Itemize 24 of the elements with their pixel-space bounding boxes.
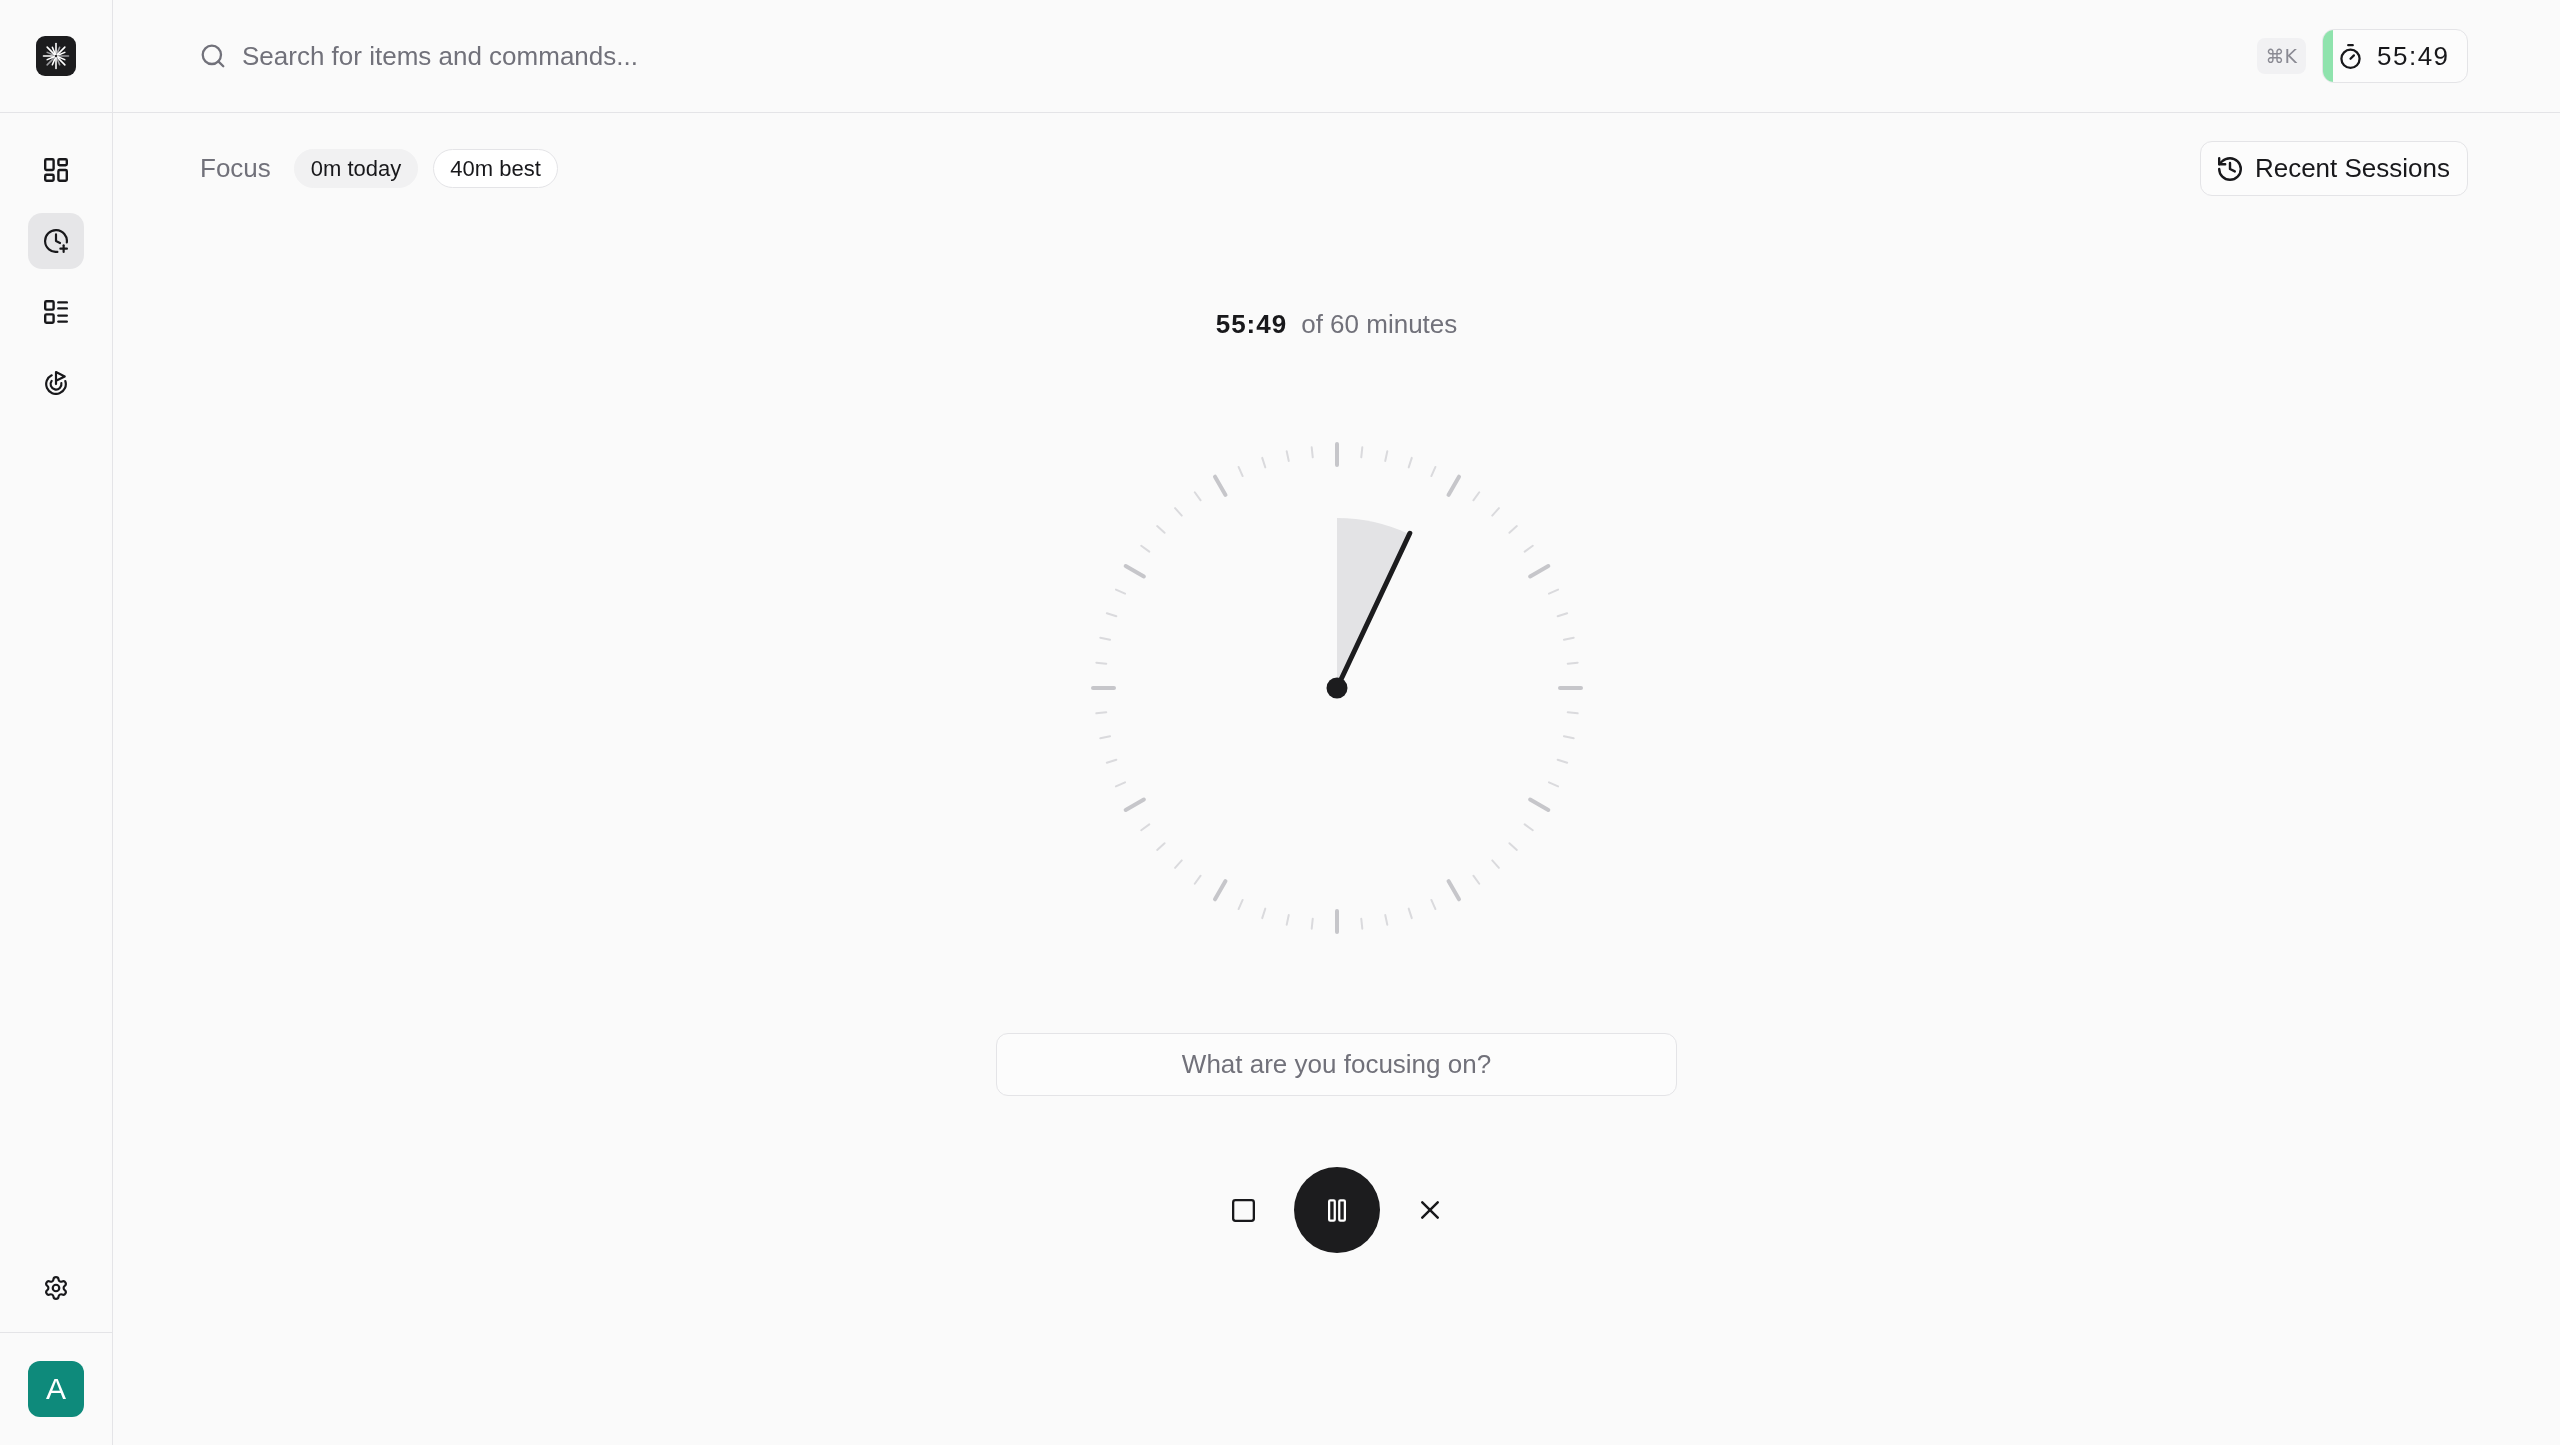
close-icon (1420, 1201, 1439, 1219)
page-title: Focus (200, 153, 271, 184)
dashboard-icon (44, 158, 68, 182)
pause-icon (1327, 1198, 1346, 1222)
focus-task-field[interactable]: What are you focusing on? (996, 1033, 1677, 1096)
active-timer-button[interactable]: 55:49 (2322, 29, 2468, 83)
stat-chip: 0m today (293, 149, 419, 188)
shortcut-hint: ⌘K (2256, 38, 2306, 74)
stop-icon (1232, 1198, 1255, 1222)
nav-button[interactable] (28, 213, 84, 269)
duration-label: of 60 minutes (1301, 308, 1458, 340)
settings-icon (44, 1276, 68, 1300)
clock-plus-icon (44, 229, 68, 253)
stat-chip: 40m best (433, 149, 558, 188)
list-icon (44, 300, 68, 324)
app-logo (36, 36, 76, 76)
avatar[interactable]: A (28, 1361, 84, 1417)
search-field[interactable]: Search for items and commands... (242, 40, 652, 72)
history-icon (2217, 156, 2242, 181)
stopwatch-icon (2340, 43, 2361, 69)
recent-sessions-button[interactable]: Recent Sessions (2199, 141, 2468, 196)
search-icon (201, 44, 225, 68)
target-flag-icon (44, 371, 68, 395)
remaining-time: 55:49 (1215, 308, 1288, 340)
